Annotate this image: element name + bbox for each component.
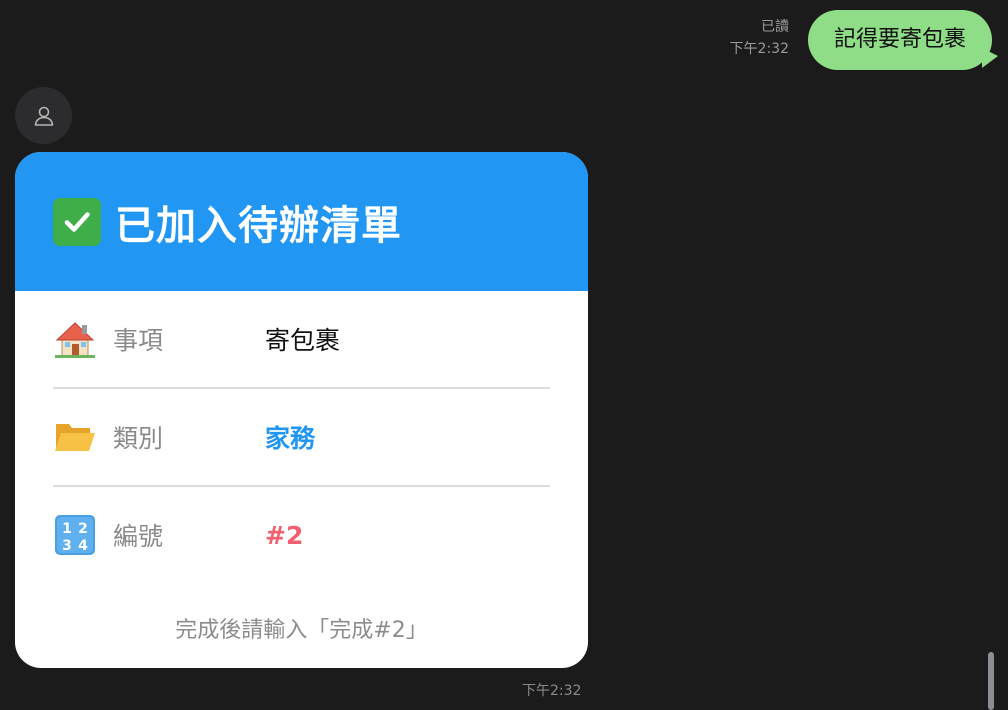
row-category: 類別 家務 — [53, 389, 550, 485]
avatar[interactable] — [15, 87, 72, 144]
open-folder-icon — [53, 415, 97, 459]
scrollbar[interactable] — [988, 652, 994, 710]
number-value: #2 — [265, 520, 304, 550]
card-title: 已加入待辦清單 — [115, 202, 402, 249]
incoming-timestamp: 下午2:32 — [522, 683, 582, 699]
number-label: 編號 — [113, 522, 164, 551]
svg-text:1: 1 — [62, 521, 72, 537]
row-number: 1 2 3 4 編號 #2 — [53, 487, 550, 583]
item-value: 寄包裹 — [265, 326, 341, 355]
numbers-1234-icon: 1 2 3 4 — [53, 513, 97, 557]
todo-added-card[interactable]: 已加入待辦清單 事項 寄包裹 類別 家務 1 2 3 4 編號 #2 完成後請輸… — [15, 152, 588, 668]
row-item: 事項 寄包裹 — [53, 291, 550, 387]
user-silhouette-icon — [34, 106, 53, 126]
card-footer-hint: 完成後請輸入「完成#2」 — [175, 618, 428, 643]
category-value: 家務 — [265, 424, 316, 453]
outgoing-timestamp: 下午2:32 — [729, 41, 789, 57]
check-mark-button-icon — [53, 197, 101, 246]
chat-view: 已讀 下午2:32 記得要寄包裹 已加入待辦清單 事項 寄包裹 類別 家務 1 … — [0, 0, 1008, 710]
card-header: 已加入待辦清單 — [15, 152, 588, 291]
svg-text:4: 4 — [78, 538, 88, 554]
svg-text:3: 3 — [62, 538, 72, 554]
outgoing-message-meta: 已讀 下午2:32 — [730, 16, 789, 60]
read-status: 已讀 — [761, 19, 789, 35]
house-icon — [53, 317, 97, 361]
card-body: 事項 寄包裹 類別 家務 1 2 3 4 編號 #2 — [15, 291, 588, 583]
svg-text:2: 2 — [78, 521, 88, 537]
outgoing-message-bubble[interactable]: 記得要寄包裹 — [807, 10, 992, 70]
item-label: 事項 — [113, 326, 164, 355]
category-label: 類別 — [113, 424, 164, 453]
